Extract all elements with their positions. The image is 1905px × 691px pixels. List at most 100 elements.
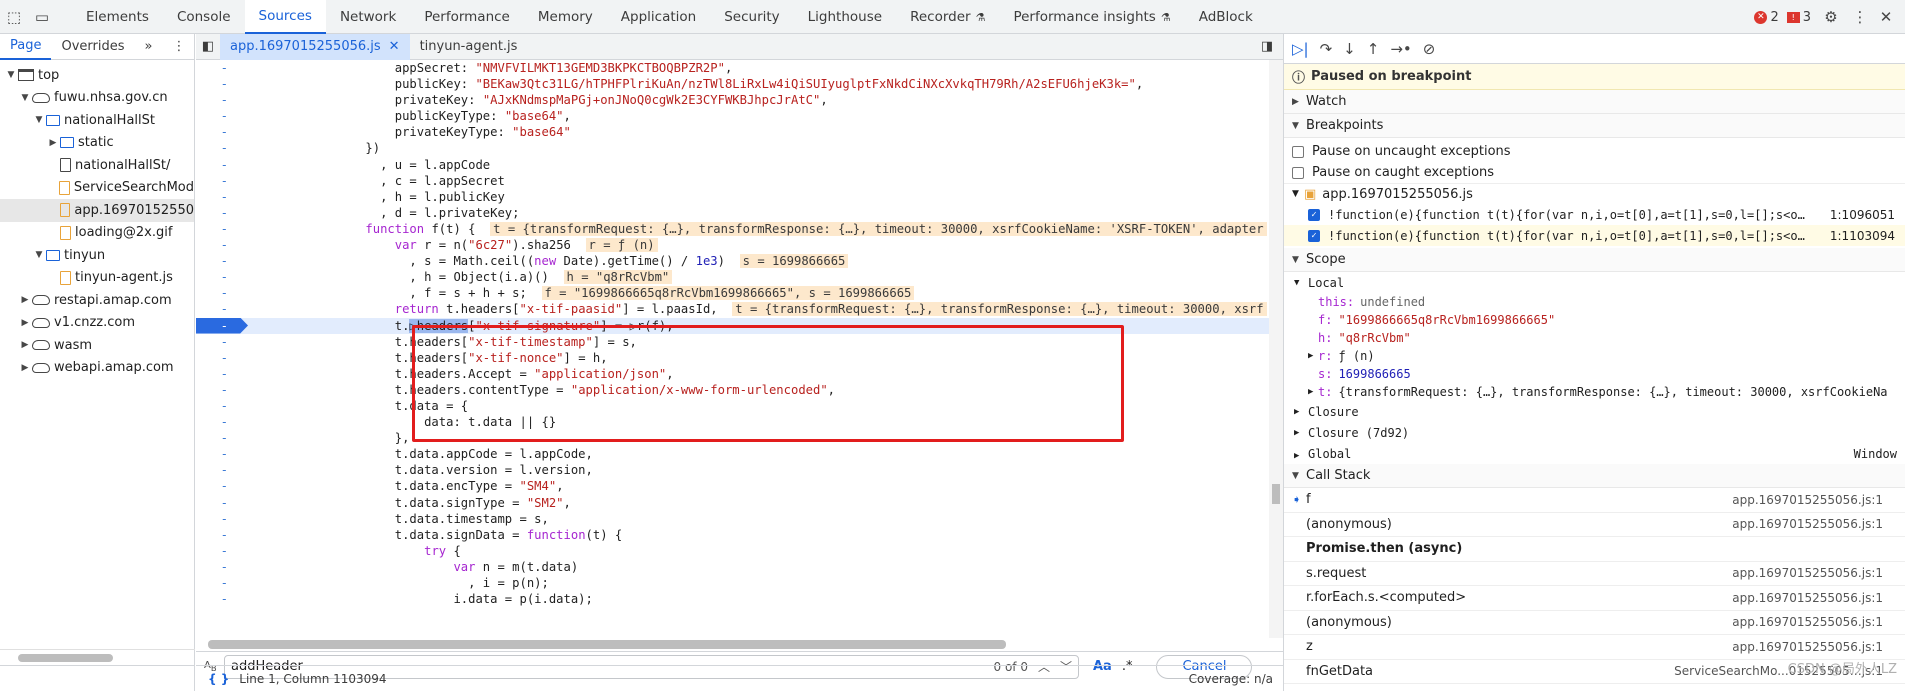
line-gutter[interactable]: - [196, 237, 248, 253]
scope-local[interactable]: ▼ Local [1284, 272, 1905, 293]
call-frame[interactable]: (anonymous) app.1697015255056.js:1 [1284, 513, 1905, 537]
inspect-element-icon[interactable]: ⬚ [0, 0, 28, 34]
line-gutter[interactable]: - [196, 108, 248, 124]
panel-tab-performance[interactable]: Performance [410, 0, 524, 34]
line-gutter[interactable]: - [196, 140, 248, 156]
editor-vscrollbar[interactable] [1269, 60, 1283, 638]
code-line[interactable]: - function f(t) { t = {transformRequest:… [196, 221, 1283, 237]
line-gutter[interactable]: - [196, 575, 248, 591]
scope-variable[interactable]: f: "1699866665q8rRcVbm1699866665" [1284, 311, 1905, 329]
panel-tab-security[interactable]: Security [710, 0, 793, 34]
panel-tab-elements[interactable]: Elements [72, 0, 163, 34]
line-gutter[interactable]: - [196, 350, 248, 366]
more-options-icon[interactable]: ⋮ [1851, 0, 1869, 34]
code-line[interactable]: - , c = l.appSecret [196, 173, 1283, 189]
line-gutter[interactable]: - [196, 189, 248, 205]
line-gutter[interactable]: - [196, 414, 248, 430]
tree-item[interactable]: ▶ static [0, 132, 194, 155]
deactivate-breakpoints-icon[interactable]: ⊘ [1423, 40, 1436, 58]
line-gutter[interactable]: - [196, 285, 248, 301]
panel-tab-network[interactable]: Network [326, 0, 410, 34]
code-line[interactable]: - , f = s + h + s; f = "1699866665q8rRcV… [196, 285, 1283, 301]
step-over-icon[interactable]: ↷ [1320, 40, 1333, 58]
tab-page[interactable]: Page [0, 34, 52, 60]
code-line[interactable]: - i.data = p(i.data); [196, 591, 1283, 607]
call-frame[interactable]: s.request app.1697015255056.js:1 [1284, 562, 1905, 586]
warning-count[interactable]: ! 3 [1786, 10, 1811, 25]
line-gutter[interactable]: - [196, 398, 248, 414]
toggle-navigator-icon[interactable]: ◧ [196, 34, 220, 60]
panel-tab-memory[interactable]: Memory [524, 0, 607, 34]
editor-tab-app[interactable]: app.1697015255056.js ✕ [220, 33, 410, 60]
call-frame[interactable]: (anonymous) app.1697015255056.js:1 [1284, 611, 1905, 635]
line-gutter[interactable]: - [196, 446, 248, 462]
scope-closure[interactable]: ▶ Closure [1284, 401, 1905, 422]
tree-item[interactable]: tinyun-agent.js [0, 267, 194, 290]
call-frame[interactable]: z app.1697015255056.js:1 [1284, 635, 1905, 660]
tree-item[interactable]: ▶ v1.cnzz.com [0, 312, 194, 335]
close-tab-icon[interactable]: ✕ [389, 39, 400, 54]
editor-tab-tinyun[interactable]: tinyun-agent.js [410, 34, 528, 60]
line-gutter[interactable]: - [196, 543, 248, 559]
code-line[interactable]: - t.data.signType = "SM2", [196, 495, 1283, 511]
call-frame[interactable]: r.forEach.s.<computed> app.1697015255056.… [1284, 586, 1905, 611]
code-line[interactable]: - t.data.appCode = l.appCode, [196, 446, 1283, 462]
line-gutter[interactable]: - [196, 60, 248, 76]
panel-tab-sources[interactable]: Sources [244, 0, 326, 34]
navigator-hscrollbar[interactable] [0, 649, 195, 665]
watch-section[interactable]: ▶ Watch [1284, 90, 1905, 114]
breakpoint-item[interactable]: ✓ !function(e){function t(t){for(var n,i,… [1284, 225, 1905, 246]
step-out-icon[interactable]: ↑ [1367, 40, 1380, 58]
line-gutter[interactable]: - [196, 205, 248, 221]
code-line[interactable]: - appSecret: "NMVFVILMKT13GEMD3BKPKCTBOQ… [196, 60, 1283, 76]
panel-tab-adblock[interactable]: AdBlock [1185, 0, 1267, 34]
code-line[interactable]: - , i = p(n); [196, 575, 1283, 591]
line-gutter[interactable]: - [196, 173, 248, 189]
tree-item[interactable]: nationalHallSt/ [0, 154, 194, 177]
scope-closure-7d92[interactable]: ▶ Closure (7d92) [1284, 422, 1905, 443]
code-line[interactable]: - var r = n("6c27").sha256 r = ƒ (n) [196, 237, 1283, 253]
more-tabs-icon[interactable]: » [135, 34, 163, 60]
checkbox[interactable]: ✓ [1308, 229, 1320, 242]
tree-item[interactable]: loading@2x.gif [0, 222, 194, 245]
call-frame[interactable]: Promise.then (async) [1284, 537, 1905, 562]
line-gutter[interactable]: - [196, 559, 248, 575]
step-icon[interactable]: →• [1390, 40, 1411, 58]
tab-overrides[interactable]: Overrides [51, 34, 134, 60]
line-gutter[interactable]: - [196, 221, 248, 237]
code-line[interactable]: - publicKeyType: "base64", [196, 108, 1283, 124]
tree-item[interactable]: ▶ webapi.amap.com [0, 357, 194, 380]
line-gutter[interactable]: - [196, 495, 248, 511]
error-count[interactable]: ✕ 2 [1754, 10, 1779, 25]
line-gutter[interactable]: - [196, 478, 248, 494]
call-frame[interactable]: ➧ f app.1697015255056.js:1 [1284, 488, 1905, 513]
checkbox[interactable] [1292, 166, 1304, 179]
line-gutter[interactable]: - [196, 92, 248, 108]
scope-variable[interactable]: ▶ t: {transformRequest: {…}, transformResp… [1284, 383, 1905, 401]
checkbox[interactable]: ✓ [1308, 208, 1320, 221]
scroll-thumb[interactable] [208, 640, 1006, 649]
toggle-debugger-icon[interactable]: ◨ [1257, 34, 1277, 60]
code-line[interactable]: - privateKeyType: "base64" [196, 124, 1283, 140]
line-gutter[interactable]: - [196, 430, 248, 446]
breakpoints-section[interactable]: ▼ Breakpoints [1284, 114, 1905, 138]
settings-gear-icon[interactable]: ⚙ [1819, 0, 1843, 34]
callstack-section[interactable]: ▼ Call Stack [1284, 464, 1905, 488]
close-devtools-icon[interactable]: ✕ [1877, 0, 1895, 34]
pretty-print-icon[interactable]: { } [208, 672, 229, 686]
code-line[interactable]: - , h = l.publicKey [196, 189, 1283, 205]
navigator-menu-icon[interactable]: ⋮ [162, 34, 195, 60]
line-gutter[interactable]: - [196, 527, 248, 543]
line-gutter[interactable]: - [196, 318, 248, 334]
tree-item[interactable]: ▼ tinyun [0, 244, 194, 267]
line-gutter[interactable]: - [196, 511, 248, 527]
code-line[interactable]: - }) [196, 140, 1283, 156]
breakpoint-item[interactable]: ✓ !function(e){function t(t){for(var n,i,… [1284, 204, 1905, 225]
code-line[interactable]: - privateKey: "AJxKNdmspMaPGj+onJNoQ0cgW… [196, 92, 1283, 108]
breakpoint-file-group[interactable]: ▼ ▣ app.1697015255056.js [1284, 183, 1905, 204]
line-gutter[interactable]: - [196, 591, 248, 607]
code-line[interactable]: - var n = m(t.data) [196, 559, 1283, 575]
checkbox[interactable] [1292, 145, 1304, 158]
step-into-icon[interactable]: ↓ [1343, 40, 1356, 58]
tree-item[interactable]: ServiceSearchMod [0, 177, 194, 200]
